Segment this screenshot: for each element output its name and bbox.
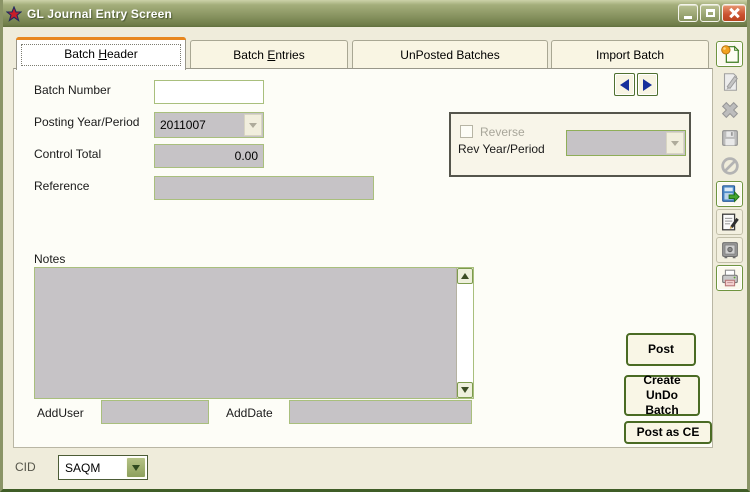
scroll-up-button[interactable] (457, 268, 473, 284)
post-as-ce-button[interactable]: Post as CE (624, 421, 712, 444)
browse-icon (719, 183, 741, 205)
maximize-icon (706, 9, 715, 17)
rev-year-period-dropdown-button (666, 132, 684, 154)
rev-year-period-label: Rev Year/Period (458, 142, 545, 156)
notes-label: Notes (34, 252, 65, 266)
cid-dropdown-button[interactable] (126, 457, 146, 478)
edit-icon (719, 71, 741, 93)
delete-entry-button[interactable] (716, 97, 743, 123)
cancel-button[interactable] (716, 153, 743, 179)
delete-icon (719, 99, 741, 121)
posting-year-period-dropdown-button (244, 114, 262, 136)
new-entry-button[interactable] (716, 41, 743, 67)
edit-entry-button[interactable] (716, 69, 743, 95)
print-button[interactable] (716, 265, 743, 291)
tab-label: UnPosted Batches (400, 48, 499, 62)
reverse-groupbox: Reverse Rev Year/Period (449, 112, 691, 177)
safe-icon (719, 239, 741, 261)
add-user-field (101, 400, 209, 424)
new-entry-icon (719, 43, 741, 65)
batch-header-panel: Batch Number Posting Year/Period 2011007… (13, 68, 713, 448)
arrow-right-icon (643, 79, 652, 91)
save-button[interactable] (716, 125, 743, 151)
window-title: GL Journal Entry Screen (27, 7, 172, 21)
minimize-icon (684, 16, 692, 19)
control-total-field: 0.00 (154, 144, 264, 168)
posting-year-period-value: 2011007 (160, 113, 241, 137)
minimize-button[interactable] (678, 4, 698, 22)
cancel-icon (719, 155, 741, 177)
tab-label: Import Batch (596, 48, 664, 62)
reference-field (154, 176, 374, 200)
side-toolbar (716, 38, 746, 298)
previous-record-button[interactable] (614, 73, 635, 96)
maximize-button[interactable] (700, 4, 720, 22)
add-date-field (289, 400, 472, 424)
gl-journal-entry-window: GL Journal Entry Screen Batch Header Bat… (0, 0, 750, 492)
posting-year-period-label: Posting Year/Period (34, 115, 139, 129)
reverse-checkbox (460, 125, 473, 138)
titlebar: GL Journal Entry Screen (0, 0, 750, 27)
tab-unposted-batches[interactable]: UnPosted Batches (352, 40, 548, 68)
window-controls (678, 4, 746, 22)
batch-number-input[interactable] (154, 80, 264, 104)
tab-import-batch[interactable]: Import Batch (551, 40, 709, 68)
posting-year-period-select[interactable]: 2011007 (154, 112, 264, 138)
reference-label: Reference (34, 179, 89, 193)
rev-year-period-value (572, 131, 663, 155)
arrow-up-icon (461, 273, 469, 279)
batch-number-label: Batch Number (34, 83, 111, 97)
safe-button[interactable] (716, 237, 743, 263)
browse-button[interactable] (716, 181, 743, 207)
cid-label: CID (15, 460, 36, 474)
next-record-button[interactable] (637, 73, 658, 96)
create-undo-batch-button[interactable]: Create UnDo Batch (624, 375, 700, 416)
reverse-label: Reverse (480, 125, 525, 139)
chevron-down-icon (132, 465, 140, 471)
app-star-icon (6, 6, 22, 22)
close-icon (728, 7, 740, 19)
rev-year-period-select (566, 130, 686, 156)
notes-box (34, 267, 474, 399)
chevron-down-icon (671, 141, 679, 146)
tab-batch-entries[interactable]: Batch Entries (190, 40, 348, 68)
notes-button[interactable] (716, 209, 743, 235)
cid-select[interactable]: SAQM (58, 455, 148, 480)
close-button[interactable] (722, 4, 746, 22)
save-icon (719, 127, 741, 149)
scroll-down-button[interactable] (457, 382, 473, 398)
print-icon (719, 267, 741, 289)
notes-icon (719, 211, 741, 233)
add-date-label: AddDate (226, 406, 273, 420)
tab-batch-header[interactable]: Batch Header (16, 37, 186, 70)
arrow-down-icon (461, 387, 469, 393)
cid-value: SAQM (65, 456, 123, 479)
tab-focus-rect (21, 44, 181, 66)
notes-scrollbar[interactable] (456, 268, 473, 398)
chevron-down-icon (249, 123, 257, 128)
add-user-label: AddUser (37, 406, 84, 420)
tab-label: Batch Entries (233, 48, 304, 62)
control-total-label: Control Total (34, 147, 101, 161)
arrow-left-icon (620, 79, 629, 91)
post-button[interactable]: Post (626, 333, 696, 366)
notes-textarea[interactable] (35, 268, 456, 398)
